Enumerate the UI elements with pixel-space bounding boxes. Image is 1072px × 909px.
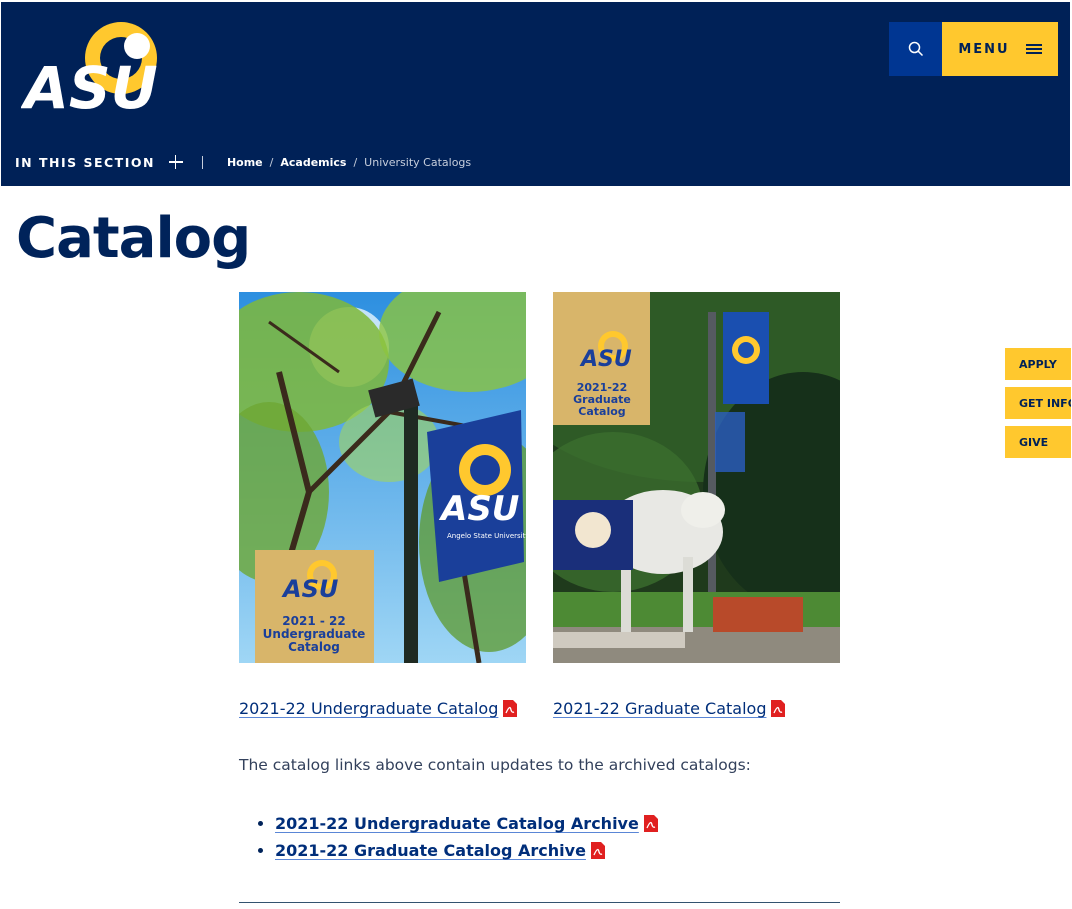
ug-label-type: Undergraduate xyxy=(263,627,366,641)
section-bar: IN THIS SECTION Home / Academics / Unive… xyxy=(15,152,471,172)
undergraduate-catalog-link-text: 2021-22 Undergraduate Catalog xyxy=(239,699,499,718)
undergraduate-cover-image: ASU Angelo State University ASU 2021 - 2… xyxy=(239,292,526,663)
svg-text:ASU: ASU xyxy=(579,347,632,372)
in-this-section-toggle[interactable]: IN THIS SECTION xyxy=(15,155,155,170)
breadcrumb-academics[interactable]: Academics xyxy=(280,156,346,169)
ug-label-catalog: Catalog xyxy=(288,640,340,654)
pdf-icon xyxy=(771,700,786,717)
gr-label-catalog: Catalog xyxy=(578,405,625,418)
graduate-archive-link[interactable]: 2021-22 Graduate Catalog Archive xyxy=(275,841,605,860)
bullet xyxy=(258,821,263,826)
breadcrumb: Home / Academics / University Catalogs xyxy=(227,156,471,169)
undergraduate-catalog-link[interactable]: 2021-22 Undergraduate Catalog xyxy=(239,699,518,718)
search-button[interactable] xyxy=(889,22,943,76)
hamburger-icon xyxy=(1025,44,1042,54)
graduate-catalog-cover[interactable]: ASU 2021-22 Graduate Catalog xyxy=(553,292,840,663)
asu-logo[interactable]: ASU xyxy=(21,18,171,114)
menu-button[interactable]: MENU xyxy=(942,22,1058,76)
breadcrumb-separator: / xyxy=(353,155,358,169)
section-divider xyxy=(239,902,840,903)
intro-text: The catalog links above contain updates … xyxy=(239,756,751,774)
breadcrumb-separator: / xyxy=(269,155,274,169)
plus-icon[interactable] xyxy=(168,155,183,169)
search-icon xyxy=(908,41,924,57)
graduate-cover-image: ASU 2021-22 Graduate Catalog xyxy=(553,292,840,663)
pdf-icon xyxy=(590,842,605,859)
list-item: 2021-22 Graduate Catalog Archive xyxy=(258,837,658,864)
graduate-catalog-link-text: 2021-22 Graduate Catalog xyxy=(553,699,767,718)
svg-text:ASU: ASU xyxy=(281,575,338,603)
divider xyxy=(201,155,203,169)
banner-subtitle: Angelo State University xyxy=(447,532,526,540)
menu-label: MENU xyxy=(958,41,1010,57)
banner-wordmark: ASU xyxy=(438,489,519,529)
site-header: ASU MENU IN THIS SECTION Home / Academic… xyxy=(1,2,1070,186)
undergraduate-archive-link-text: 2021-22 Undergraduate Catalog Archive xyxy=(275,814,639,833)
pdf-icon xyxy=(503,700,518,717)
undergraduate-archive-link[interactable]: 2021-22 Undergraduate Catalog Archive xyxy=(275,814,658,833)
give-tab[interactable]: GIVE xyxy=(1005,426,1071,458)
breadcrumb-current: University Catalogs xyxy=(364,155,472,169)
breadcrumb-home[interactable]: Home xyxy=(227,156,263,169)
archive-list: 2021-22 Undergraduate Catalog Archive 20… xyxy=(258,810,658,864)
ug-label-year: 2021 - 22 xyxy=(282,614,345,628)
graduate-archive-link-text: 2021-22 Graduate Catalog Archive xyxy=(275,841,586,860)
bullet xyxy=(258,848,263,853)
list-item: 2021-22 Undergraduate Catalog Archive xyxy=(258,810,658,837)
pdf-icon xyxy=(643,815,658,832)
page-title: Catalog xyxy=(16,206,251,271)
graduate-catalog-link[interactable]: 2021-22 Graduate Catalog xyxy=(553,699,786,718)
get-info-tab[interactable]: GET INFO xyxy=(1005,387,1071,419)
undergraduate-catalog-cover[interactable]: ASU Angelo State University ASU 2021 - 2… xyxy=(239,292,526,663)
logo-wordmark: ASU xyxy=(21,54,158,114)
apply-tab[interactable]: APPLY xyxy=(1005,348,1071,380)
